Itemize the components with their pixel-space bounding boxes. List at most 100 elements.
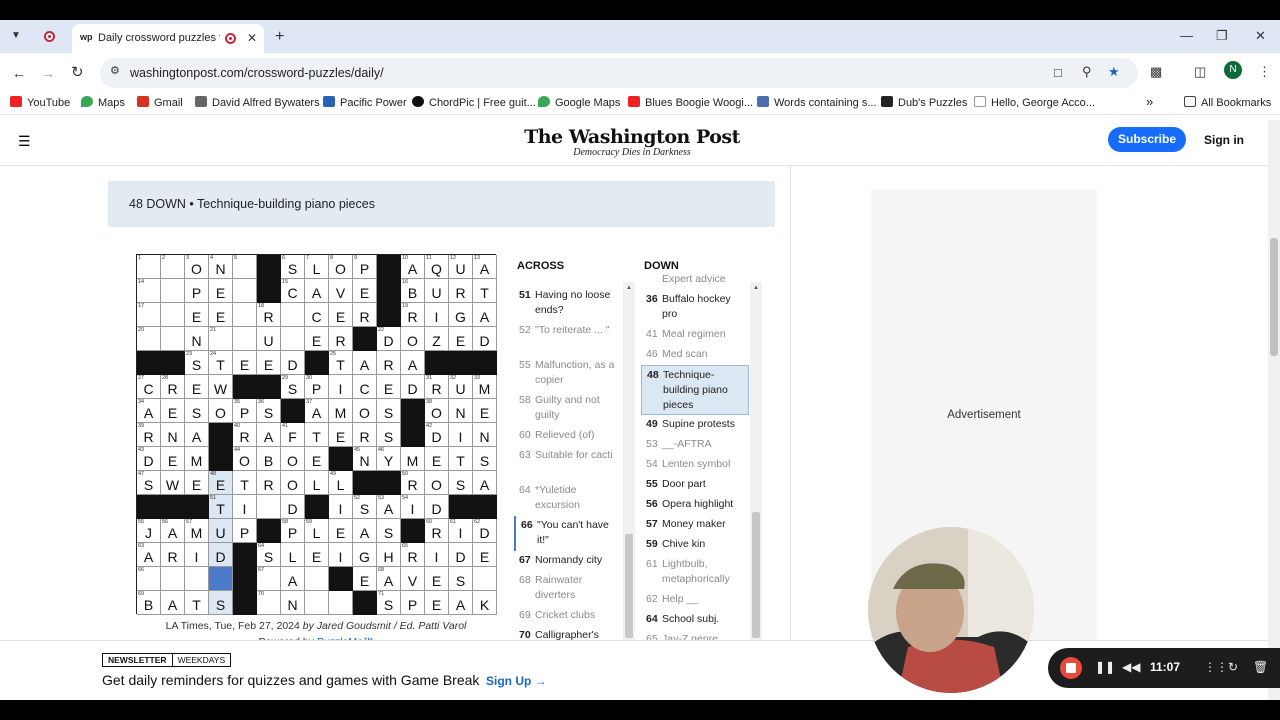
pause-icon[interactable]: ❚❚ bbox=[1095, 660, 1115, 674]
grid-cell[interactable]: 12 U bbox=[449, 255, 473, 279]
clue-item[interactable]: 64 *Yuletide excursion bbox=[514, 481, 622, 516]
grid-cell[interactable] bbox=[209, 567, 233, 591]
grid-cell[interactable]: 50 R bbox=[401, 471, 425, 495]
grid-cell[interactable]: 31 R bbox=[425, 375, 449, 399]
grid-cell[interactable]: E bbox=[329, 423, 353, 447]
grid-cell[interactable]: 53 A bbox=[377, 495, 401, 519]
grid-cell[interactable]: 44 O bbox=[233, 447, 257, 471]
grid-cell[interactable]: N bbox=[185, 327, 209, 351]
zoom-icon[interactable]: ⚲ bbox=[1082, 65, 1092, 78]
url-text[interactable]: washingtonpost.com/crossword-puzzles/dai… bbox=[130, 66, 384, 80]
grid-cell[interactable]: E bbox=[329, 303, 353, 327]
back-arrow-icon[interactable]: ← bbox=[12, 66, 26, 80]
grid-cell[interactable]: L bbox=[281, 543, 305, 567]
grid-cell[interactable]: E bbox=[377, 375, 401, 399]
grid-cell[interactable]: T bbox=[233, 471, 257, 495]
grid-cell[interactable]: 35 P bbox=[233, 399, 257, 423]
grid-cell[interactable]: A bbox=[305, 279, 329, 303]
grid-cell[interactable]: S bbox=[185, 399, 209, 423]
grid-cell[interactable]: T bbox=[473, 279, 497, 303]
grid-cell[interactable] bbox=[329, 591, 353, 615]
grid-cell[interactable]: 36 S bbox=[257, 399, 281, 423]
grid-cell[interactable]: G bbox=[449, 303, 473, 327]
clue-item[interactable]: 56 Opera highlight bbox=[641, 495, 749, 515]
grid-cell[interactable]: R bbox=[329, 327, 353, 351]
grid-cell[interactable]: W bbox=[161, 471, 185, 495]
grid-cell[interactable]: I bbox=[233, 495, 257, 519]
grid-cell[interactable]: A bbox=[353, 519, 377, 543]
grid-cell[interactable]: O bbox=[401, 327, 425, 351]
bookmark-amazon[interactable]: Hello, George Acco... bbox=[974, 96, 1095, 109]
all-bookmarks[interactable]: All Bookmarks bbox=[1184, 96, 1271, 109]
grid-cell[interactable]: 38 O bbox=[425, 399, 449, 423]
grid-cell[interactable]: R bbox=[353, 303, 377, 327]
grid-cell[interactable]: N bbox=[473, 423, 497, 447]
grid-cell[interactable]: I bbox=[329, 375, 353, 399]
grid-cell[interactable]: I bbox=[449, 423, 473, 447]
grid-cell[interactable]: U bbox=[425, 279, 449, 303]
clue-item[interactable]: 68 Rainwater diverters bbox=[514, 571, 622, 606]
clue-item[interactable]: 53 __-AFTRA bbox=[641, 435, 749, 455]
bookmark-blues-boogie[interactable]: Blues Boogie Woogi... bbox=[628, 96, 753, 109]
grid-cell[interactable]: E bbox=[161, 447, 185, 471]
grid-cell[interactable]: I bbox=[425, 543, 449, 567]
grid-cell[interactable]: E bbox=[449, 327, 473, 351]
grid-cell[interactable]: 5 bbox=[233, 255, 257, 279]
new-tab-plus-icon[interactable]: + bbox=[275, 29, 284, 45]
clue-item[interactable]: 36 Buffalo hockey pro bbox=[641, 290, 749, 325]
bookmark-words[interactable]: Words containing s... bbox=[757, 96, 877, 109]
browser-tab-active[interactable]: wp Daily crossword puzzles free ✕ bbox=[72, 24, 264, 53]
grid-cell[interactable]: Z bbox=[425, 327, 449, 351]
address-bar[interactable]: ⚙ washingtonpost.com/crossword-puzzles/d… bbox=[100, 58, 1138, 88]
grid-cell[interactable] bbox=[233, 303, 257, 327]
grid-cell[interactable]: 68 A bbox=[377, 567, 401, 591]
grid-cell[interactable]: E bbox=[425, 591, 449, 615]
scroll-up-icon[interactable]: ▲ bbox=[753, 285, 759, 291]
grid-cell[interactable]: R bbox=[377, 351, 401, 375]
grid-cell[interactable] bbox=[281, 327, 305, 351]
grid-cell[interactable]: M bbox=[401, 447, 425, 471]
grid-cell[interactable]: E bbox=[425, 447, 449, 471]
clue-item[interactable]: 61 Lightbulb, metaphorically bbox=[641, 555, 749, 590]
grid-cell[interactable]: S bbox=[449, 471, 473, 495]
grid-cell[interactable]: I bbox=[425, 303, 449, 327]
site-info-icon[interactable]: ⚙ bbox=[110, 66, 120, 77]
grid-cell[interactable]: P bbox=[401, 591, 425, 615]
grid-cell[interactable]: R bbox=[161, 543, 185, 567]
forward-arrow-icon[interactable]: → bbox=[41, 66, 55, 80]
grid-cell[interactable]: W bbox=[209, 375, 233, 399]
grid-cell[interactable]: 43 D bbox=[137, 447, 161, 471]
grid-cell[interactable]: 67 bbox=[257, 567, 281, 591]
grid-cell[interactable]: E bbox=[353, 567, 377, 591]
bookmark-chordpic[interactable]: ChordPic | Free guit... bbox=[412, 96, 536, 109]
grid-cell[interactable]: 62 D bbox=[473, 519, 497, 543]
grid-cell[interactable]: 54 I bbox=[401, 495, 425, 519]
grid-cell[interactable]: V bbox=[329, 279, 353, 303]
grid-cell[interactable]: O bbox=[209, 399, 233, 423]
grid-cell[interactable]: 45 N bbox=[353, 447, 377, 471]
grid-cell[interactable]: 37 A bbox=[305, 399, 329, 423]
clue-item[interactable]: 52 "To reiterate ... " bbox=[514, 321, 622, 356]
grid-cell[interactable] bbox=[233, 327, 257, 351]
grid-cell[interactable]: E bbox=[185, 303, 209, 327]
clue-item[interactable]: Expert advice bbox=[641, 270, 749, 290]
bookmark-star-icon[interactable]: ★ bbox=[1108, 65, 1120, 78]
grid-cell[interactable]: O bbox=[281, 471, 305, 495]
grid-cell[interactable]: 32 U bbox=[449, 375, 473, 399]
grid-menu-icon[interactable]: ⋮⋮ bbox=[1204, 660, 1228, 674]
grid-cell[interactable]: 63 A bbox=[137, 543, 161, 567]
bookmark-gmail[interactable]: Gmail bbox=[137, 96, 183, 109]
grid-cell[interactable]: R bbox=[257, 471, 281, 495]
clue-item[interactable]: 69 Cricket clubs bbox=[514, 606, 622, 626]
more-bookmarks-chevron-icon[interactable]: » bbox=[1146, 94, 1153, 109]
grid-cell[interactable]: 65 R bbox=[401, 543, 425, 567]
tab-close-icon[interactable]: ✕ bbox=[247, 32, 257, 44]
clue-item[interactable]: 48 Technique-building piano pieces bbox=[641, 365, 749, 415]
camera-icon[interactable]: □ bbox=[1054, 66, 1062, 79]
grid-cell[interactable]: E bbox=[209, 279, 233, 303]
window-close-icon[interactable]: ✕ bbox=[1255, 29, 1266, 42]
grid-cell[interactable] bbox=[161, 567, 185, 591]
grid-cell[interactable]: A bbox=[353, 351, 377, 375]
bookmark-pacific-power[interactable]: Pacific Power bbox=[323, 96, 407, 109]
grid-cell[interactable]: 11 Q bbox=[425, 255, 449, 279]
